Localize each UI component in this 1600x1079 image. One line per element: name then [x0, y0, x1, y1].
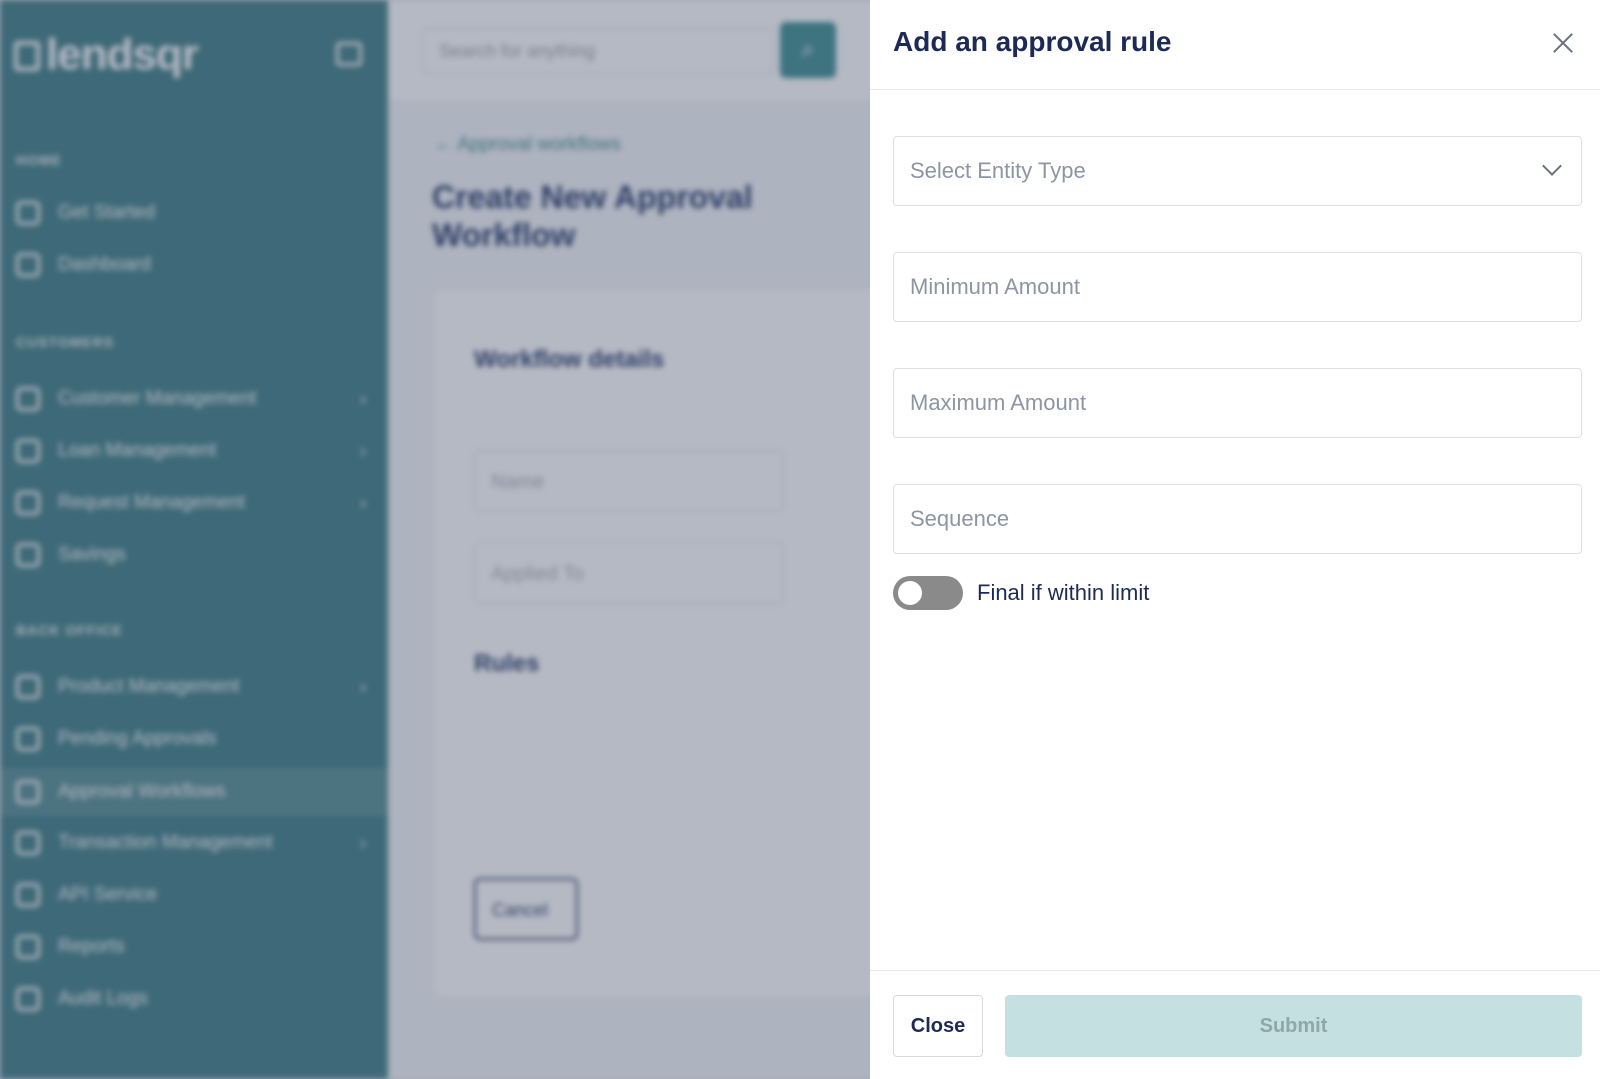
final-if-within-limit-toggle[interactable]	[893, 576, 963, 610]
toggle-knob	[898, 581, 922, 605]
final-toggle-label: Final if within limit	[977, 580, 1150, 605]
entity-type-select[interactable]: Select Entity Type	[893, 136, 1582, 206]
sequence-field[interactable]	[893, 484, 1582, 554]
entity-type-placeholder: Select Entity Type	[910, 158, 1086, 183]
sequence-input[interactable]	[910, 506, 1565, 532]
maximum-amount-input[interactable]	[910, 390, 1565, 416]
minimum-amount-input[interactable]	[910, 274, 1565, 300]
drawer-footer: Close Submit	[870, 970, 1600, 1079]
final-toggle-row: Final if within limit	[893, 576, 1149, 610]
submit-button[interactable]: Submit	[1005, 995, 1582, 1057]
drawer-title: Add an approval rule	[893, 26, 1172, 57]
drawer-header: Add an approval rule	[870, 0, 1600, 90]
maximum-amount-field[interactable]	[893, 368, 1582, 438]
chevron-down-icon	[1542, 156, 1562, 176]
minimum-amount-field[interactable]	[893, 252, 1582, 322]
close-icon[interactable]	[1546, 26, 1580, 60]
close-button[interactable]: Close	[893, 995, 983, 1057]
approval-rule-drawer: Add an approval rule Select Entity Type …	[870, 0, 1600, 1079]
